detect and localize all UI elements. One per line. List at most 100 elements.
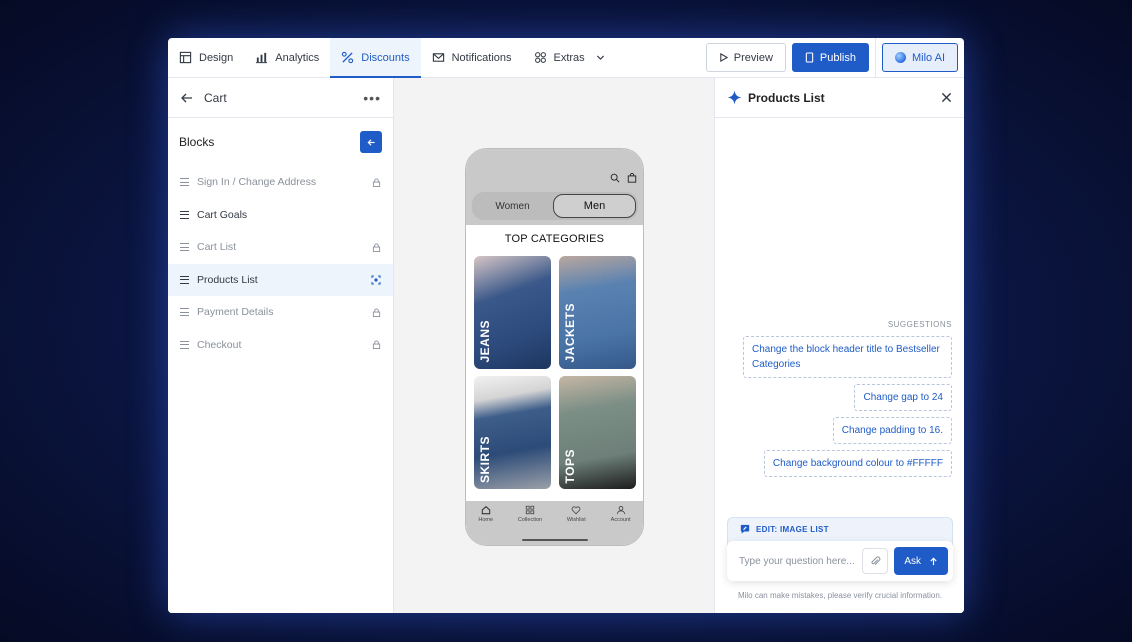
milo-ai-button[interactable]: Milo AI <box>881 43 958 72</box>
drag-handle-icon[interactable] <box>180 210 189 219</box>
preview-label: Preview <box>733 51 773 64</box>
chevron-down-icon <box>596 55 604 60</box>
block-label: Payment Details <box>197 306 274 319</box>
category-grid: JEANS JACKETS SKIRTS TOPS <box>474 256 636 489</box>
heart-icon <box>572 506 581 515</box>
sparkle-icon <box>727 90 742 105</box>
preview-button[interactable]: Preview <box>705 43 786 72</box>
preview-canvas: Women Men TOP CATEGORIES JEANS JACKETS S… <box>394 78 714 613</box>
ask-bar: Ask <box>727 541 953 581</box>
tab-label: Design <box>199 51 234 64</box>
nav-account[interactable]: Account <box>611 505 631 545</box>
block-cart-list[interactable]: Cart List <box>168 231 393 264</box>
grid-icon <box>534 52 546 63</box>
nav-home[interactable]: Home <box>478 505 493 545</box>
app-window: Design Analytics Discounts Notifications… <box>168 38 964 613</box>
ask-label: Ask <box>904 555 921 567</box>
user-icon <box>616 506 625 515</box>
edit-icon <box>740 524 750 534</box>
tab-notifications[interactable]: Notifications <box>421 38 523 77</box>
category-tile-tops[interactable]: TOPS <box>559 376 636 489</box>
attach-button[interactable] <box>862 548 889 574</box>
tab-analytics[interactable]: Analytics <box>244 38 330 77</box>
panel-header: Cart ••• <box>168 78 393 118</box>
phone-header-icons <box>610 173 637 183</box>
ai-panel-header: Products List <box>715 78 964 118</box>
arrow-left-icon <box>367 138 375 146</box>
publish-label: Publish <box>819 51 856 64</box>
home-icon <box>481 506 490 515</box>
lock-icon <box>372 243 381 252</box>
block-products-list[interactable]: Products List <box>168 263 393 296</box>
lock-icon <box>372 178 381 187</box>
nav-label: Home <box>478 517 494 523</box>
top-actions: Preview Publish Milo AI <box>705 38 958 78</box>
divider <box>874 38 876 78</box>
page-title: Cart <box>204 90 227 105</box>
tile-label: JACKETS <box>563 303 577 363</box>
ai-label: Milo AI <box>911 51 945 64</box>
more-options-icon[interactable]: ••• <box>363 90 381 106</box>
ai-panel: Products List SUGGESTIONS Change the blo… <box>714 78 964 613</box>
focus-icon[interactable] <box>371 275 381 285</box>
phone-icon <box>805 52 814 63</box>
drag-handle-icon[interactable] <box>180 308 189 317</box>
suggestion-chip[interactable]: Change gap to 24 <box>854 384 952 411</box>
tab-label: Discounts <box>361 51 410 64</box>
play-icon <box>720 53 728 62</box>
blocks-panel: Cart ••• Blocks Sign In / Change Address… <box>168 78 394 613</box>
disclaimer: Milo can make mistakes, please verify cr… <box>737 591 943 600</box>
suggestions-list: Change the block header title to Bestsel… <box>737 336 952 477</box>
block-cart-goals[interactable]: Cart Goals <box>168 199 393 232</box>
category-tile-jackets[interactable]: JACKETS <box>559 256 636 369</box>
drag-handle-icon[interactable] <box>180 340 189 349</box>
blocks-header: Blocks <box>168 118 393 166</box>
nav-label: Account <box>610 517 631 523</box>
back-arrow-icon[interactable] <box>180 91 194 105</box>
close-icon[interactable] <box>941 92 952 103</box>
nav-label: Collection <box>517 517 543 523</box>
block-label: Products List <box>197 273 258 286</box>
suggestion-chip[interactable]: Change padding to 16. <box>832 417 952 444</box>
blocks-title: Blocks <box>179 135 215 149</box>
percent-icon <box>342 51 354 64</box>
bar-chart-icon <box>256 52 268 64</box>
ai-orb-icon <box>894 52 906 63</box>
block-label: Cart List <box>197 241 237 254</box>
suggestion-chip[interactable]: Change the block header title to Bestsel… <box>743 336 952 378</box>
tab-extras[interactable]: Extras <box>523 38 617 77</box>
phone-preview[interactable]: Women Men TOP CATEGORIES JEANS JACKETS S… <box>465 148 644 546</box>
phone-header: Women Men <box>466 149 643 225</box>
tile-label: TOPS <box>563 448 577 483</box>
ask-button[interactable]: Ask <box>894 547 948 575</box>
question-input[interactable] <box>739 555 863 567</box>
tab-discounts[interactable]: Discounts <box>330 38 421 78</box>
tab-men[interactable]: Men <box>553 194 636 218</box>
publish-button[interactable]: Publish <box>791 43 869 72</box>
gender-toggle[interactable]: Women Men <box>472 192 638 220</box>
paperclip-icon <box>871 556 881 565</box>
category-tile-jeans[interactable]: JEANS <box>474 256 551 369</box>
arrow-up-icon <box>930 557 937 565</box>
suggestion-chip[interactable]: Change background colour to #FFFFF <box>763 450 952 477</box>
lock-icon <box>372 308 381 317</box>
top-nav: Design Analytics Discounts Notifications… <box>168 38 964 78</box>
block-sign-in[interactable]: Sign In / Change Address <box>168 166 393 199</box>
drag-handle-icon[interactable] <box>180 178 189 187</box>
mail-icon <box>432 53 444 62</box>
home-indicator <box>522 539 588 541</box>
search-icon <box>610 173 620 183</box>
block-checkout[interactable]: Checkout <box>168 329 393 362</box>
tab-label: Notifications <box>451 51 512 64</box>
block-label: Sign In / Change Address <box>197 176 317 189</box>
collapse-button[interactable] <box>360 131 382 153</box>
tab-design[interactable]: Design <box>168 38 244 77</box>
drag-handle-icon[interactable] <box>180 243 189 252</box>
tile-label: SKIRTS <box>478 435 492 483</box>
tab-women[interactable]: Women <box>472 201 553 212</box>
block-payment-details[interactable]: Payment Details <box>168 296 393 329</box>
block-label: Checkout <box>197 338 242 351</box>
tab-label: Analytics <box>275 51 320 64</box>
category-tile-skirts[interactable]: SKIRTS <box>474 376 551 489</box>
drag-handle-icon[interactable] <box>180 275 189 284</box>
